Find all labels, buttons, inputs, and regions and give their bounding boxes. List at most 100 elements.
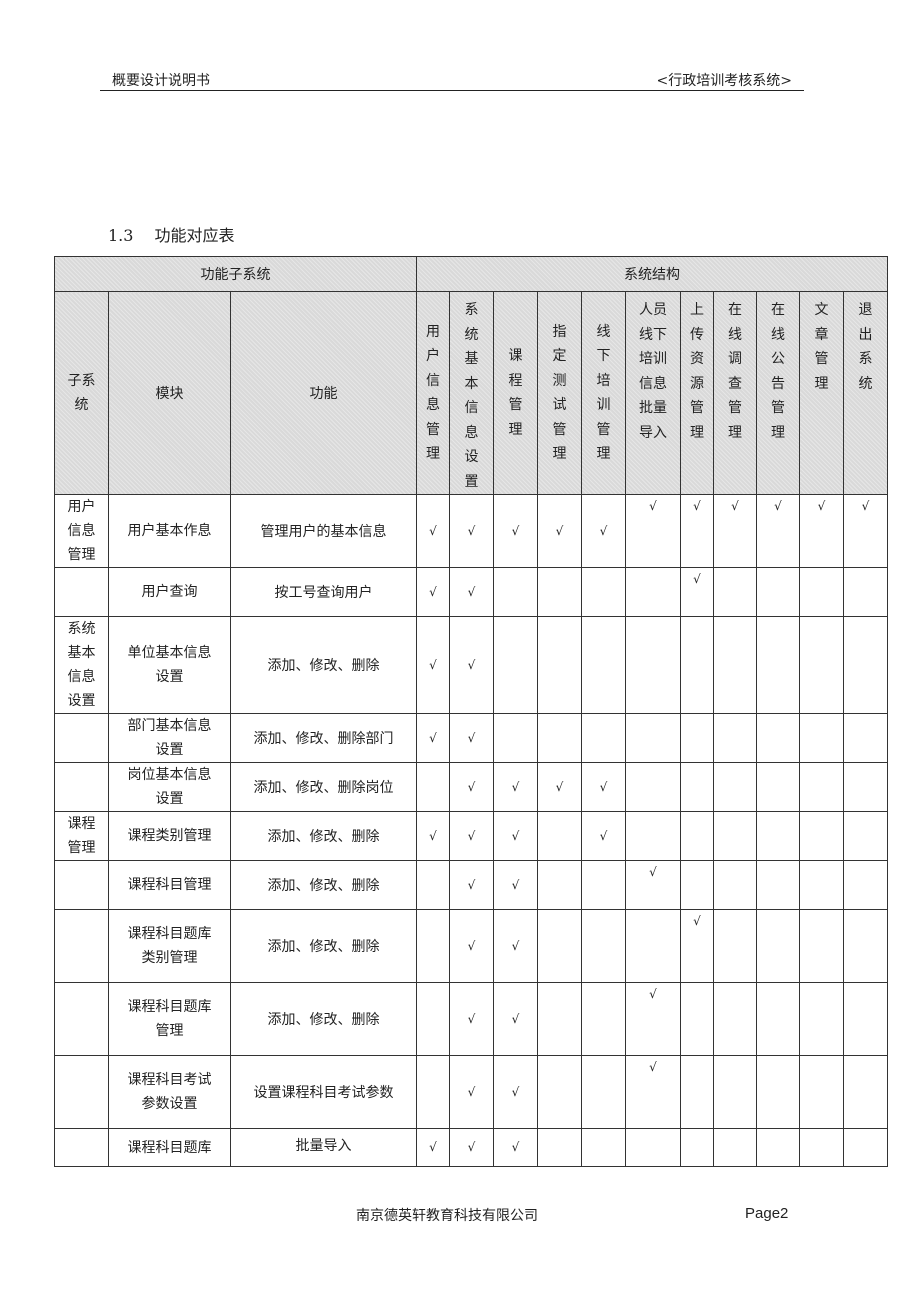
- cell-function: 管理用户的基本信息: [230, 494, 417, 568]
- cell-module: 单位基本信息 设置: [108, 616, 231, 714]
- cell-check: [713, 1055, 757, 1129]
- check-mark-icon: √: [429, 1140, 437, 1154]
- cell-check: √: [581, 762, 626, 812]
- cell-check: √: [493, 860, 538, 910]
- column-header-char: 户: [426, 348, 440, 364]
- module-line: 课程类别管理: [127, 828, 212, 844]
- cell-subsystem: 课程 管理: [54, 811, 109, 861]
- check-mark-icon: √: [467, 828, 476, 843]
- cell-function: 添加、修改、删除: [230, 616, 417, 714]
- column-header-char: 上: [690, 302, 704, 318]
- cell-module: 课程类别管理: [108, 811, 231, 861]
- check-mark-icon: √: [649, 499, 657, 513]
- check-mark-icon: √: [511, 938, 520, 953]
- column-header-char: 理: [426, 446, 440, 462]
- subsystem-line: 管理: [67, 547, 96, 563]
- column-header-char: 管: [508, 397, 523, 413]
- cell-subsystem: 用户 信息 管理: [54, 494, 109, 568]
- column-header-structure: 用户信息管理: [416, 291, 450, 495]
- check-mark-icon: √: [511, 1084, 520, 1099]
- cell-check: [680, 1055, 714, 1129]
- cell-check: [416, 860, 450, 910]
- cell-check: [416, 762, 450, 812]
- column-header-char: 管: [426, 421, 440, 438]
- check-mark-icon: √: [774, 499, 782, 513]
- cell-check: [799, 616, 844, 714]
- column-header-char: 培训: [639, 351, 667, 367]
- table-row: 用户查询 按工号查询用户 √ √ √: [54, 567, 888, 617]
- cell-subsystem: [54, 860, 109, 910]
- column-header-char: 在: [771, 302, 785, 318]
- section-number: 1.3: [108, 226, 134, 245]
- column-header-char: 告: [771, 375, 785, 392]
- cell-check: [756, 762, 800, 812]
- column-header-char: 本: [464, 375, 479, 392]
- cell-check: [799, 1128, 844, 1167]
- check-mark-icon: √: [693, 914, 701, 928]
- column-header-char: 线下: [639, 326, 667, 343]
- cell-check: [493, 713, 538, 763]
- module-line: 类别管理: [141, 950, 198, 966]
- module-line: 管理: [155, 1023, 184, 1039]
- column-header-structure: 上传资源管理: [680, 291, 714, 495]
- cell-check: [799, 713, 844, 763]
- cell-check: [799, 567, 844, 617]
- column-header-char: 线: [771, 326, 785, 343]
- check-mark-icon: √: [599, 523, 608, 538]
- table-row: 岗位基本信息 设置 添加、修改、删除岗位 √ √ √ √: [54, 762, 888, 812]
- cell-check: [756, 567, 800, 617]
- column-header-char: 公: [771, 351, 785, 367]
- column-header-char: 基: [464, 351, 479, 367]
- cell-check: √: [680, 909, 714, 983]
- cell-check: √: [493, 1128, 538, 1167]
- column-header-module: 模块: [108, 291, 231, 495]
- cell-check: [581, 909, 626, 983]
- module-line: 课程科目管理: [127, 877, 212, 893]
- module-line: 部门基本信息: [127, 718, 212, 734]
- cell-check: [537, 616, 582, 714]
- cell-check: √: [581, 494, 626, 568]
- cell-module: 用户查询: [108, 567, 231, 617]
- cell-function: 添加、修改、删除: [230, 860, 417, 910]
- check-mark-icon: √: [861, 499, 870, 513]
- cell-subsystem: [54, 909, 109, 983]
- column-header-char: 资: [690, 351, 704, 367]
- check-mark-icon: √: [429, 584, 437, 599]
- cell-check: [581, 982, 626, 1056]
- cell-check: [537, 567, 582, 617]
- column-header-char: 系: [464, 302, 479, 318]
- table-row: 系统 基本 信息 设置 单位基本信息 设置 添加、修改、删除 √ √: [54, 616, 888, 714]
- cell-check: √: [449, 616, 494, 714]
- group-header-system-structure: 系统结构: [416, 256, 888, 292]
- cell-check: [713, 762, 757, 812]
- cell-check: [581, 1128, 626, 1167]
- column-header-char: 信: [464, 400, 479, 416]
- cell-check: [416, 982, 450, 1056]
- cell-check: √: [449, 567, 494, 617]
- column-header-structure: 指定测试管理: [537, 291, 582, 495]
- cell-check: √: [625, 860, 681, 910]
- column-header-structure: 退出系统: [843, 291, 888, 495]
- check-mark-icon: √: [649, 1060, 657, 1074]
- cell-check: [843, 762, 888, 812]
- table-row: 课程科目题库 批量导入 √ √ √: [54, 1128, 888, 1167]
- column-header-char: 章: [814, 326, 829, 343]
- module-line: 设置: [155, 669, 184, 685]
- column-header-char: 统: [464, 326, 479, 343]
- column-header-char: 传: [690, 326, 704, 343]
- column-header-char: 设: [464, 449, 479, 465]
- module-line: 参数设置: [141, 1096, 198, 1112]
- cell-check: [756, 909, 800, 983]
- table-row: 课程科目题库 管理 添加、修改、删除 √ √ √: [54, 982, 888, 1056]
- subsystem-line: 管理: [67, 840, 96, 856]
- system-name: <行政培训考核系统>: [656, 73, 792, 89]
- column-header-char: 理: [690, 424, 704, 441]
- cell-check: [625, 909, 681, 983]
- cell-check: √: [799, 494, 844, 568]
- cell-check: [756, 860, 800, 910]
- cell-subsystem: [54, 1128, 109, 1167]
- column-header-char: 出: [858, 326, 873, 343]
- column-header-char: 文: [814, 302, 829, 318]
- cell-check: [799, 982, 844, 1056]
- column-header-char: 理: [728, 424, 742, 441]
